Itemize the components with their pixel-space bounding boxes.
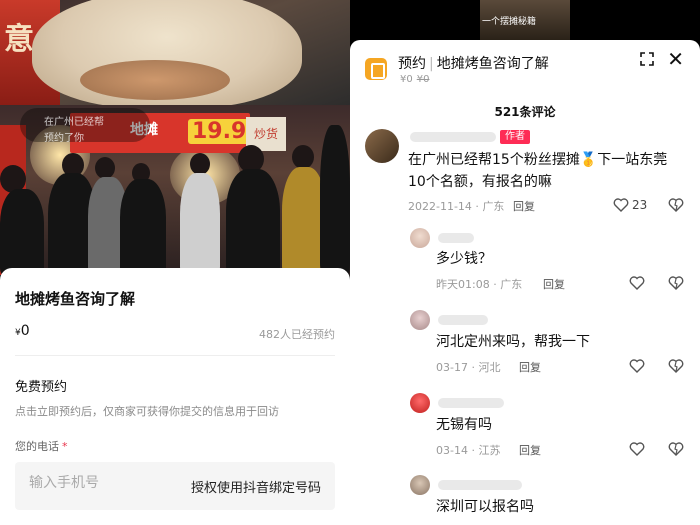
expand-icon[interactable]: [640, 52, 654, 66]
person-head: [95, 157, 115, 179]
commenter-name[interactable]: [438, 233, 474, 243]
stall-price: 19.9: [188, 119, 251, 144]
comment-text-line: 在广州已经帮15个粉丝摆摊🥇下一站东莞: [408, 152, 668, 168]
header-prefix: 预约: [398, 56, 426, 72]
reply-button[interactable]: 回复: [519, 359, 541, 375]
commenter-name[interactable]: [410, 132, 496, 142]
use-bound-number-link[interactable]: 授权使用抖音绑定号码: [191, 477, 321, 496]
avatar[interactable]: [410, 310, 430, 330]
comment-text: 河北定州来吗，帮我一下: [436, 334, 590, 350]
reply-button[interactable]: 回复: [513, 198, 535, 214]
comment-text: 在广州已经帮15个粉丝摆摊🥇下一站东莞 10个名额，有报名的嘛: [408, 149, 667, 193]
sheet-header[interactable]: 预约 | 地摊烤鱼咨询了解: [398, 53, 549, 73]
phone-input[interactable]: [29, 475, 169, 491]
shop-sign-char: 意: [4, 22, 34, 57]
person: [226, 169, 280, 275]
like-icon[interactable]: [629, 276, 645, 290]
like-icon[interactable]: [629, 359, 645, 373]
person: [0, 189, 44, 275]
reply-button[interactable]: 回复: [519, 442, 541, 458]
person: [120, 179, 166, 275]
comments-panel: 一个摆摊秘籍 预约 | 地摊烤鱼咨询了解 ¥0 ¥0 ✕ 521条评论 作者 在广州已…: [350, 0, 700, 525]
comment-date: 2022-11-14: [408, 200, 472, 213]
comment-date: 昨天01:08: [436, 278, 490, 291]
form-price: ¥0: [15, 323, 30, 339]
header-price-value: ¥0: [400, 74, 413, 85]
comment-location: 河北: [478, 361, 501, 374]
commenter-name[interactable]: [438, 315, 488, 325]
comment-text: 多少钱？: [436, 251, 492, 267]
header-title: 地摊烤鱼咨询了解: [436, 56, 549, 72]
comment-location: 江苏: [478, 444, 501, 457]
avatar[interactable]: [410, 475, 430, 495]
comment-meta: 03-14 · 江苏: [436, 444, 501, 457]
comment-meta: 昨天01:08 · 广东: [436, 278, 523, 291]
dislike-icon[interactable]: [668, 441, 684, 457]
dislike-icon[interactable]: [668, 197, 684, 213]
video-overlay-text: 预约了你: [44, 133, 84, 144]
header-price: ¥0 ¥0: [400, 74, 429, 85]
person-head: [190, 153, 210, 175]
comment-meta: 03-17 · 河北: [436, 361, 501, 374]
header-orig-price: ¥0: [416, 74, 430, 85]
header-separator: |: [429, 56, 434, 72]
phone-label: 您的电话 *: [15, 438, 68, 454]
free-booking-desc: 点击立即预约后，仅商家可获得你提交的信息用于回访: [15, 405, 279, 418]
comment-text: 深圳可以报名吗: [436, 499, 534, 515]
like-icon[interactable]: [629, 442, 645, 456]
required-mark: *: [62, 440, 68, 453]
avatar[interactable]: [410, 228, 430, 248]
comment-date: 03-17: [436, 361, 468, 374]
divider: [15, 355, 335, 356]
like-icon[interactable]: [613, 198, 629, 212]
avatar[interactable]: [410, 393, 430, 413]
person: [180, 173, 220, 275]
person-head: [292, 145, 314, 169]
comment-text-line: 10个名额，有报名的嘛: [408, 174, 552, 190]
comment-meta: 2022-11-14 · 广东: [408, 200, 505, 213]
comment-location: 广东: [500, 278, 523, 291]
price-value: 0: [20, 323, 30, 339]
video-preview-panel: 意 地摊 19.9 炒货 在广州已经帮 预约了你 地摊烤鱼咨询了解 ¥0 482…: [0, 0, 350, 525]
comment-sheet: 预约 | 地摊烤鱼咨询了解 ¥0 ¥0 ✕ 521条评论 作者 在广州已经帮15个粉丝…: [350, 40, 700, 525]
video-caption: 一个摆摊秘籍: [482, 17, 537, 27]
person: [320, 125, 350, 275]
comment-location: 广东: [482, 200, 505, 213]
like-count: 23: [632, 198, 648, 212]
comment-text: 无锡有吗: [436, 417, 492, 433]
dislike-icon[interactable]: [668, 358, 684, 374]
booking-form-card: 地摊烤鱼咨询了解 ¥0 482人已经预约 免费预约 点击立即预约后，仅商家可获得…: [0, 268, 350, 525]
free-booking-title: 免费预约: [15, 380, 68, 395]
close-icon[interactable]: ✕: [667, 49, 684, 69]
video-overlay-text: 在广州已经帮: [44, 117, 104, 128]
comment-date: 03-14: [436, 444, 468, 457]
booked-count: 482人已经预约: [259, 328, 335, 341]
reply-button[interactable]: 回复: [543, 276, 565, 292]
hat-brim-image: [80, 60, 230, 100]
comment-count: 521条评论: [494, 105, 556, 119]
phone-label-text: 您的电话: [15, 440, 59, 453]
author-badge: 作者: [500, 130, 530, 144]
dislike-icon[interactable]: [668, 275, 684, 291]
video-frame-top: 意: [0, 0, 350, 110]
commenter-name[interactable]: [438, 398, 504, 408]
phone-field-box: 授权使用抖音绑定号码: [15, 462, 335, 510]
booking-app-icon[interactable]: [365, 58, 387, 80]
avatar[interactable]: [365, 129, 399, 163]
form-title: 地摊烤鱼咨询了解: [15, 290, 136, 308]
commenter-name[interactable]: [438, 480, 522, 490]
